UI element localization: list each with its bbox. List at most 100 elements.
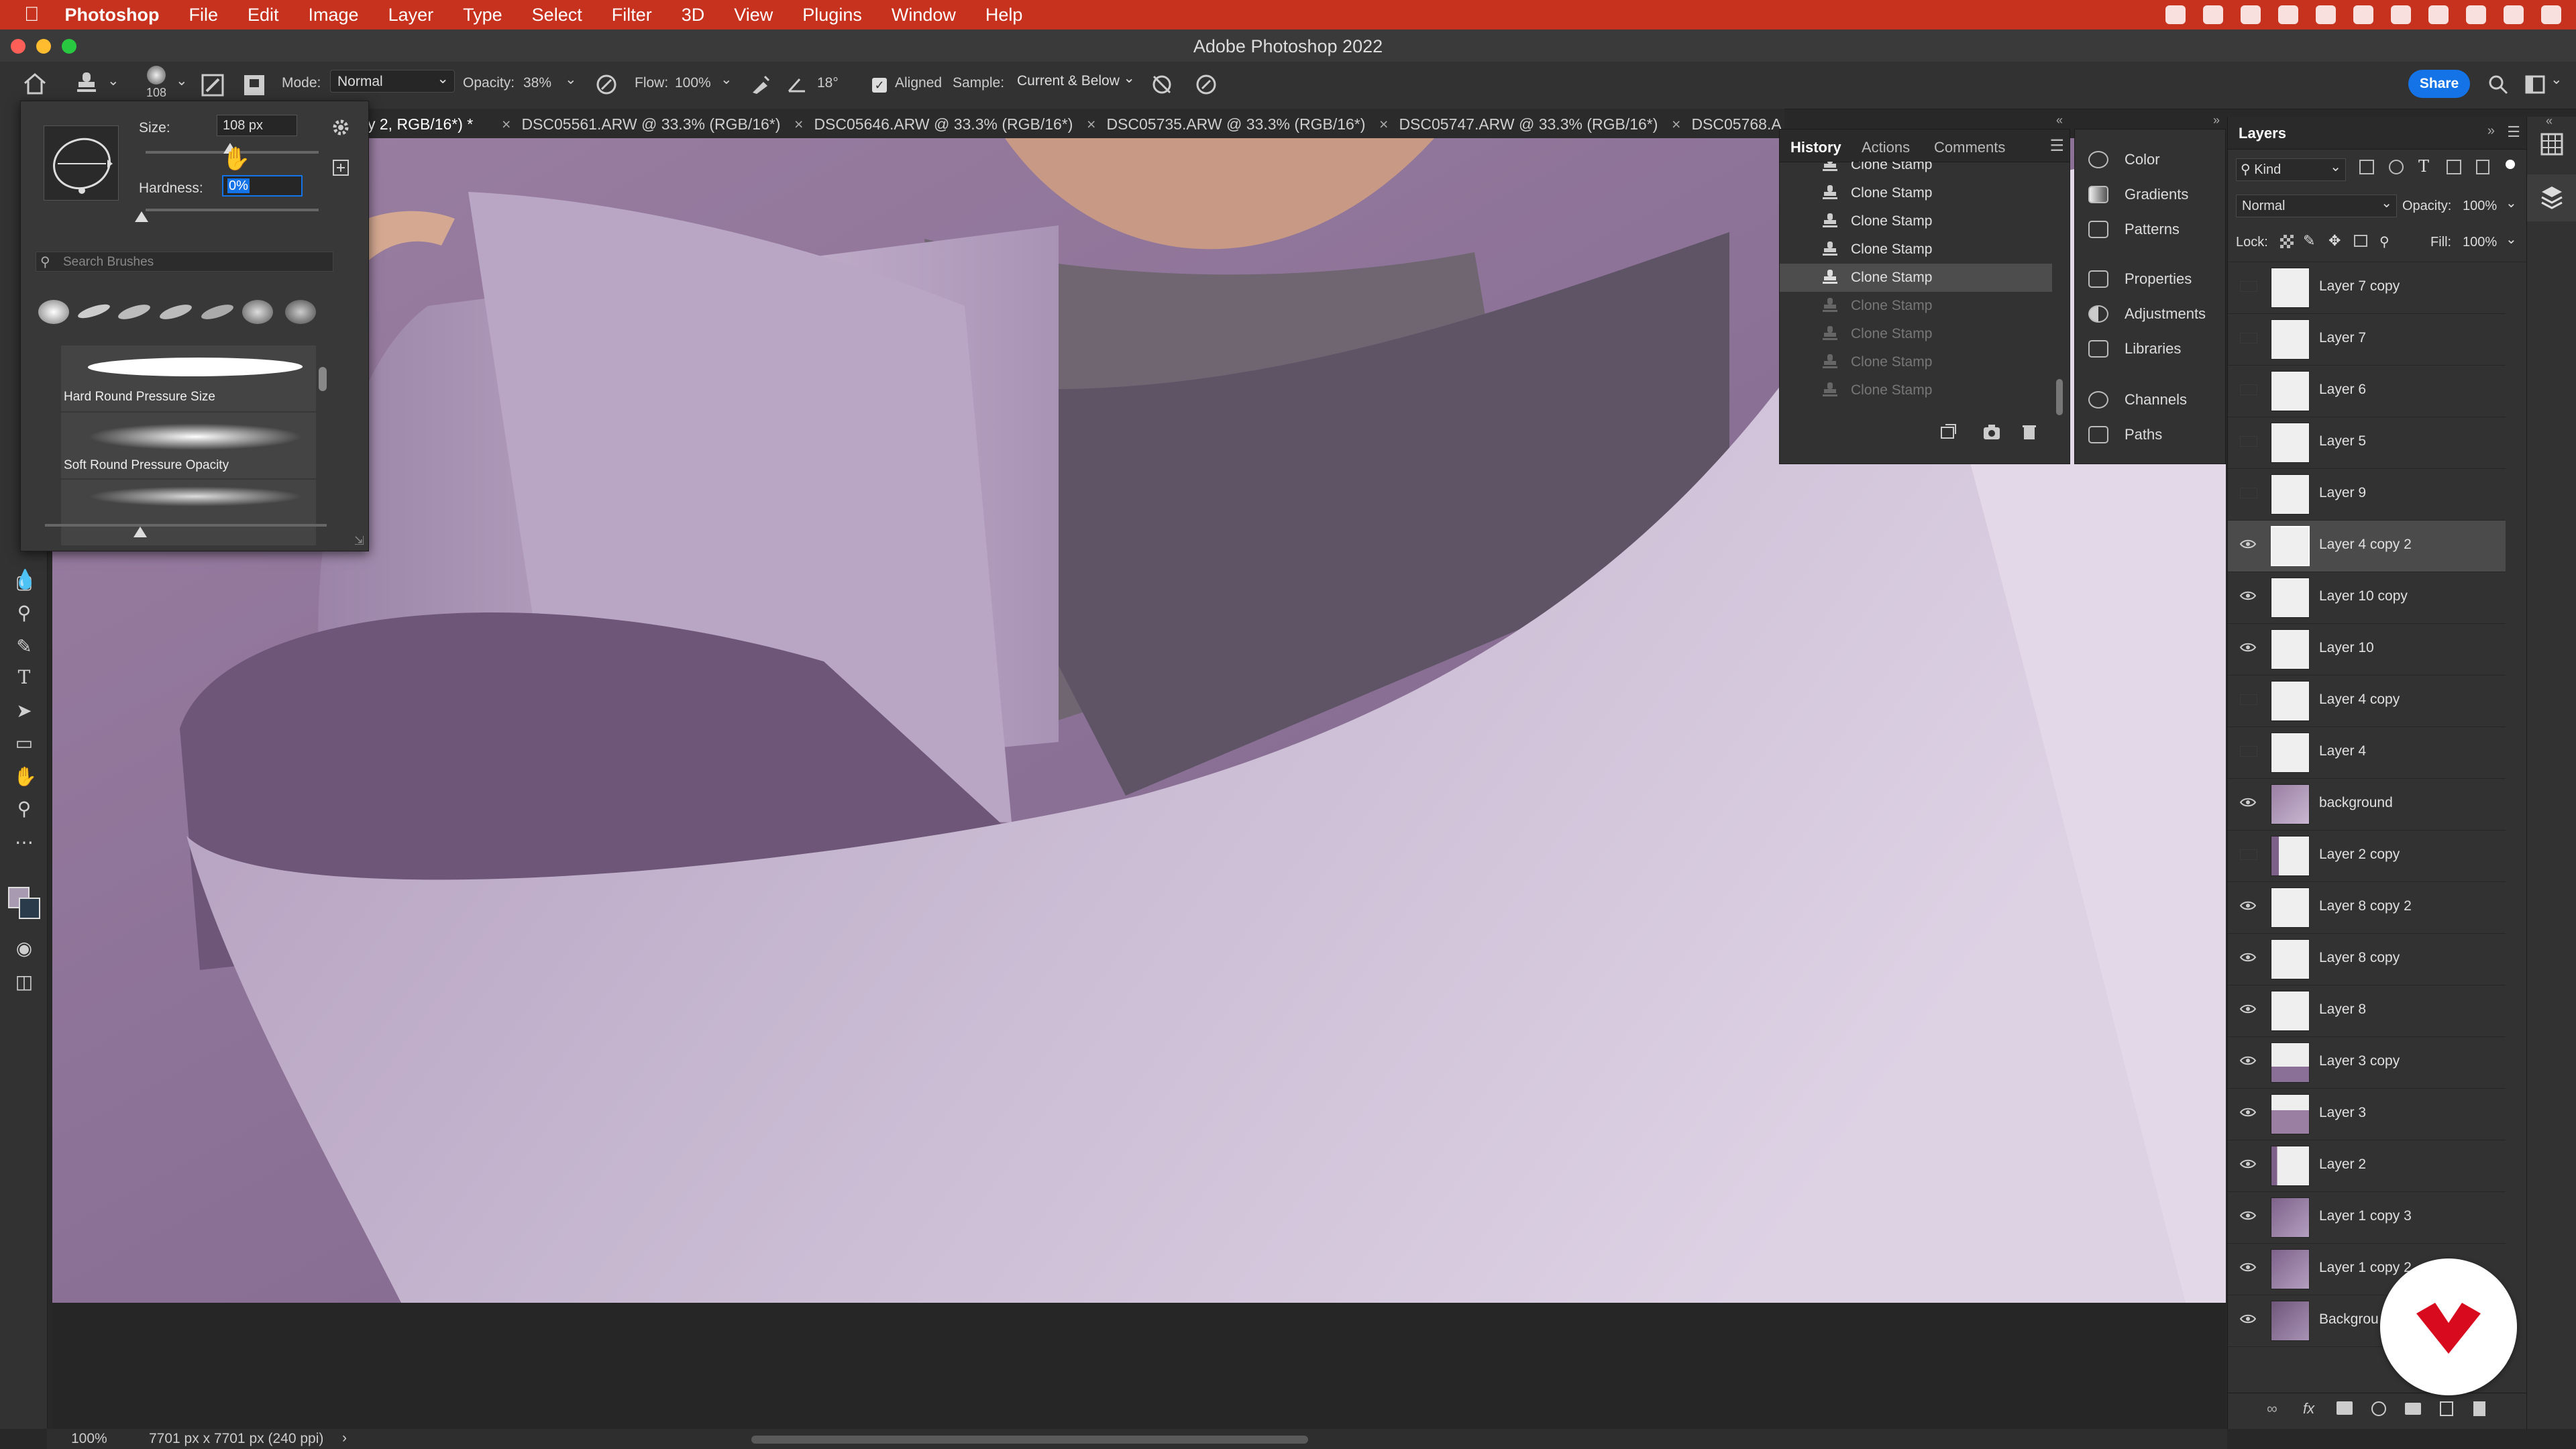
eye-icon[interactable] <box>2239 798 2257 807</box>
panel-gradients[interactable]: Gradients <box>2088 186 2188 203</box>
zoom-tool-icon[interactable]: ⚲ <box>13 798 35 820</box>
brush-settings-panel-icon[interactable] <box>201 74 224 97</box>
recent-brush-7-icon[interactable] <box>285 300 316 324</box>
eye-icon[interactable] <box>2239 1159 2257 1169</box>
link-layers-icon[interactable]: ∞ <box>2267 1400 2277 1417</box>
opacity-chevron-icon[interactable]: ⌄ <box>2506 195 2517 211</box>
layer-row[interactable]: Layer 7 copy <box>2228 262 2506 314</box>
layers-panel-dock-button[interactable] <box>2527 174 2576 221</box>
hidden-eye-placeholder[interactable] <box>2240 488 2257 498</box>
workspace-chevron-icon[interactable]: ⌄ <box>2551 71 2563 88</box>
opacity-chevron-icon[interactable]: ⌄ <box>565 71 577 88</box>
close-tab-icon[interactable]: × <box>1672 115 1680 133</box>
hidden-eye-placeholder[interactable] <box>2240 694 2257 705</box>
aligned-checkbox[interactable]: ✓ <box>872 78 887 93</box>
filter-shape-icon[interactable] <box>2447 160 2461 174</box>
history-state[interactable]: Clone Stamp <box>1780 207 2052 235</box>
menu-image[interactable]: Image <box>309 5 359 25</box>
hidden-eye-placeholder[interactable] <box>2240 746 2257 757</box>
eye-icon[interactable] <box>2239 1108 2257 1117</box>
panel-paths[interactable]: Paths <box>2088 426 2162 443</box>
recent-brush-4-icon[interactable] <box>158 301 194 323</box>
preview-size-slider[interactable] <box>45 524 327 527</box>
tab-dsc05646[interactable]: × DSC05646.ARW @ 33.3% (RGB/16*) <box>794 115 1073 133</box>
filter-type-icon[interactable]: T <box>2418 157 2429 176</box>
new-document-from-state-icon[interactable] <box>1939 423 1957 441</box>
menu-file[interactable]: File <box>189 5 218 25</box>
br-icon[interactable] <box>2391 5 2411 24</box>
close-tab-icon[interactable]: × <box>794 115 803 133</box>
brush-preset-soft-round[interactable]: Soft Round Pressure Opacity <box>61 413 316 478</box>
add-mask-icon[interactable] <box>2337 1401 2353 1415</box>
background-color-swatch[interactable] <box>19 898 40 919</box>
tab-comments[interactable]: Comments <box>1934 139 2005 156</box>
brush-preset-partial[interactable] <box>61 480 316 545</box>
collapse-dock-icon[interactable]: « <box>2546 114 2553 128</box>
eye-icon[interactable] <box>2239 901 2257 910</box>
opacity-value[interactable]: 38% <box>523 75 551 91</box>
eye-icon[interactable] <box>2239 643 2257 652</box>
zoom-level[interactable]: 100% <box>71 1431 107 1447</box>
lock-image-icon[interactable]: ✎ <box>2303 232 2315 250</box>
record-icon[interactable] <box>2203 5 2223 24</box>
delete-state-trash-icon[interactable] <box>2021 423 2037 441</box>
layer-filter-kind-dropdown[interactable]: ⚲ Kind ⌄ <box>2236 158 2346 181</box>
history-state-undone[interactable]: Clone Stamp <box>1780 320 2052 348</box>
layer-row[interactable]: Layer 6 <box>2228 366 2506 417</box>
history-state-undone[interactable]: Clone Stamp <box>1780 292 2052 320</box>
eye-icon[interactable] <box>2239 1314 2257 1324</box>
tab-active-document[interactable]: y 2, RGB/16*) * <box>368 115 473 133</box>
hidden-eye-placeholder[interactable] <box>2240 333 2257 343</box>
recent-brush-6-icon[interactable] <box>242 300 273 324</box>
hidden-eye-placeholder[interactable] <box>2240 849 2257 860</box>
panel-properties[interactable]: Properties <box>2088 270 2192 288</box>
layer-row[interactable]: Layer 8 <box>2228 985 2506 1037</box>
flow-chevron-icon[interactable]: ⌄ <box>720 71 733 88</box>
fill-chevron-icon[interactable]: ⌄ <box>2506 231 2517 248</box>
search-icon[interactable] <box>2487 74 2509 95</box>
home-icon[interactable] <box>23 72 47 95</box>
eye-icon[interactable] <box>2239 1211 2257 1220</box>
brush-preset-hard-round[interactable]: Hard Round Pressure Size <box>61 345 316 411</box>
ignore-adjustment-layers-icon[interactable] <box>1151 74 1173 95</box>
hidden-eye-placeholder[interactable] <box>2240 436 2257 447</box>
menu-3d[interactable]: 3D <box>682 5 705 25</box>
dodge-tool-icon[interactable]: ⚲ <box>13 602 35 624</box>
brush-search-box[interactable]: ⚲ Search Brushes <box>36 252 333 272</box>
status-chevron-icon[interactable]: › <box>342 1430 347 1446</box>
recent-brush-5-icon[interactable] <box>199 301 235 323</box>
tab-dsc05735[interactable]: × DSC05735.ARW @ 33.3% (RGB/16*) <box>1087 115 1365 133</box>
layer-row[interactable]: Layer 9 <box>2228 469 2506 521</box>
airbrush-icon[interactable] <box>750 74 771 95</box>
panel-color[interactable]: Color <box>2088 151 2160 168</box>
menu-layer[interactable]: Layer <box>388 5 434 25</box>
filter-smart-object-icon[interactable] <box>2476 160 2489 174</box>
hardness-slider-handle[interactable] <box>135 211 148 222</box>
lock-position-icon[interactable]: ✥ <box>2328 232 2341 250</box>
resize-grip-icon[interactable]: ⇲ <box>354 534 364 548</box>
brush-angle-preview[interactable] <box>44 125 119 201</box>
new-layer-icon[interactable] <box>2440 1401 2453 1416</box>
layers-panel-title[interactable]: Layers <box>2239 125 2286 142</box>
layer-row[interactable]: Layer 8 copy 2 <box>2228 882 2506 934</box>
panel-adjustments[interactable]: Adjustments <box>2088 305 2206 323</box>
panel-menu-icon[interactable]: ☰ <box>2049 136 2064 156</box>
recent-brush-1-icon[interactable] <box>38 300 69 324</box>
close-tab-icon[interactable]: × <box>502 115 511 133</box>
history-state[interactable]: Clone Stamp <box>1780 162 2052 179</box>
hardness-input[interactable]: 0% <box>222 175 303 197</box>
table-panel-icon[interactable] <box>2540 133 2563 156</box>
eye-icon[interactable] <box>2239 1263 2257 1272</box>
clone-source-panel-icon[interactable] <box>243 74 266 97</box>
hidden-eye-placeholder[interactable] <box>2240 384 2257 395</box>
more-tools-icon[interactable]: ⋯ <box>13 832 35 853</box>
share-button[interactable]: Share <box>2408 70 2470 98</box>
eye-icon[interactable] <box>2239 1004 2257 1014</box>
layer-row[interactable]: Layer 8 copy <box>2228 934 2506 985</box>
rectangle-tool-icon[interactable]: ▭ <box>13 733 35 754</box>
clone-stamp-tool-icon[interactable] <box>75 71 98 95</box>
menu-window[interactable]: Window <box>892 5 956 25</box>
history-state-undone[interactable]: Clone Stamp <box>1780 348 2052 376</box>
filter-toggle-icon[interactable] <box>2506 160 2515 169</box>
panel-channels[interactable]: Channels <box>2088 391 2187 409</box>
